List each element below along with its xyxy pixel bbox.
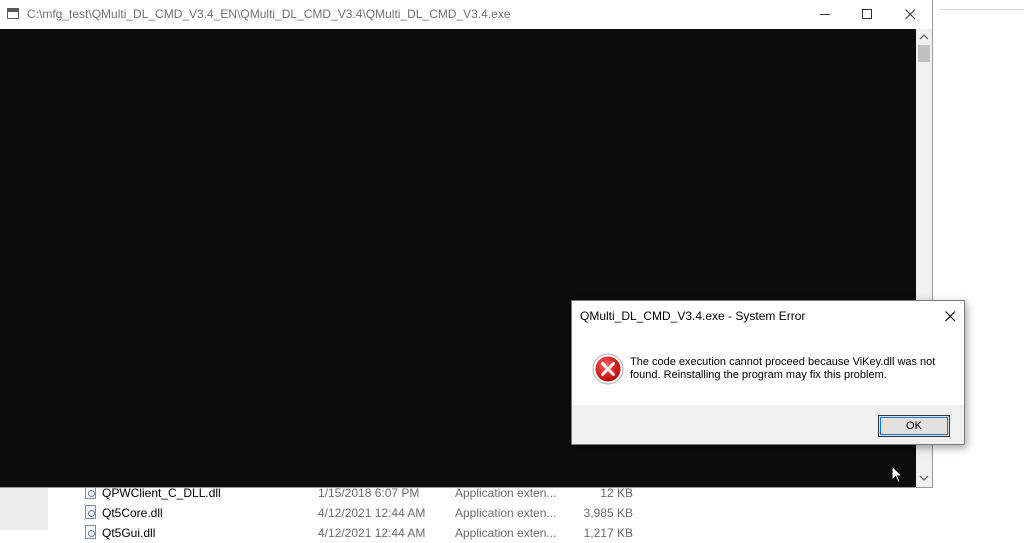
maximize-icon (862, 9, 872, 19)
file-name: Qt5Gui.dll (102, 526, 156, 540)
console-app-icon[interactable] (7, 8, 19, 19)
navigation-pane[interactable] (0, 487, 48, 530)
chevron-up-icon (919, 34, 929, 40)
dialog-title: QMulti_DL_CMD_V3.4.exe - System Error (580, 309, 806, 323)
window-title: C:\mfg_test\QMulti_DL_CMD_V3.4_EN\QMulti… (27, 7, 511, 21)
mouse-cursor-icon (891, 465, 903, 484)
file-date: 4/12/2021 12:44 AM (318, 526, 426, 540)
file-row[interactable]: Qt5Gui.dll 4/12/2021 12:44 AM Applicatio… (48, 523, 748, 543)
ok-button[interactable]: OK (878, 415, 950, 437)
dialog-button-bar: OK (572, 405, 964, 444)
close-button[interactable] (888, 0, 933, 29)
file-type: Application exten... (455, 486, 557, 500)
file-type: Application exten... (455, 526, 557, 540)
dll-file-icon (85, 525, 96, 539)
system-error-dialog[interactable]: QMulti_DL_CMD_V3.4.exe - System Error Th… (571, 300, 965, 445)
error-icon (592, 353, 624, 385)
close-icon (905, 9, 916, 20)
file-size: 1,217 KB (583, 526, 633, 540)
minimize-icon (820, 14, 830, 15)
maximize-button[interactable] (845, 0, 890, 29)
minimize-button[interactable] (803, 0, 848, 29)
error-message: The code execution cannot proceed becaus… (630, 356, 936, 381)
dll-file-icon (85, 505, 96, 519)
chevron-down-icon (919, 475, 929, 481)
console-titlebar[interactable]: C:\mfg_test\QMulti_DL_CMD_V3.4_EN\QMulti… (0, 0, 932, 29)
file-date: 1/15/2018 6:07 PM (318, 486, 420, 500)
file-name: Qt5Core.dll (102, 506, 163, 520)
file-date: 4/12/2021 12:44 AM (318, 506, 426, 520)
explorer-header-divider (940, 9, 1024, 10)
file-row[interactable]: Qt5Core.dll 4/12/2021 12:44 AM Applicati… (48, 503, 748, 523)
scroll-up-button[interactable] (916, 29, 932, 45)
file-size: 12 KB (600, 486, 633, 500)
scrollbar-thumb[interactable] (918, 45, 930, 62)
close-icon (945, 311, 956, 322)
dialog-close-button[interactable] (936, 305, 964, 327)
file-size: 3,985 KB (583, 506, 633, 520)
scroll-down-button[interactable] (916, 470, 932, 486)
file-type: Application exten... (455, 506, 557, 520)
file-name: QPWClient_C_DLL.dll (102, 486, 221, 500)
